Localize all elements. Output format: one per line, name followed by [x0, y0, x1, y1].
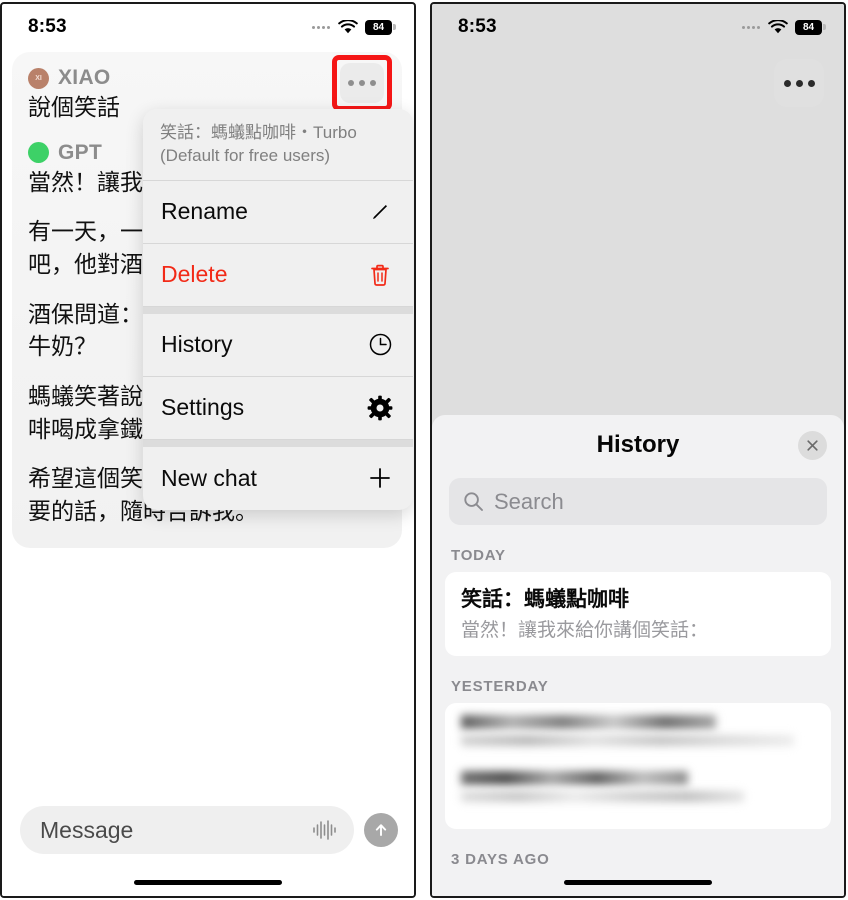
message-author: XIAO	[58, 66, 111, 89]
status-indicators: 84	[742, 19, 826, 35]
gear-icon	[366, 394, 394, 422]
status-time: 8:53	[458, 16, 497, 37]
context-menu: 笑話：螞蟻點咖啡・Turbo (Default for free users) …	[143, 109, 413, 510]
ellipsis-icon-dot	[795, 79, 803, 87]
message-input-placeholder: Message	[40, 816, 134, 843]
pencil-icon	[366, 198, 394, 226]
history-sheet: History Search TODAY 笑話：螞蟻點咖啡 當然！讓我來給你講個	[432, 415, 844, 896]
menu-item-label: History	[161, 331, 233, 358]
search-input[interactable]: Search	[449, 478, 827, 525]
status-bar-right: 8:53 84	[432, 4, 844, 50]
cellular-dots-icon	[312, 25, 330, 29]
menu-divider	[143, 439, 413, 447]
arrow-up-icon	[375, 824, 387, 836]
menu-divider	[143, 306, 413, 314]
section-label-yesterday: YESTERDAY	[451, 678, 549, 695]
home-indicator	[564, 880, 712, 885]
redacted-subtitle	[461, 791, 745, 802]
more-options-button[interactable]	[774, 59, 824, 107]
section-label-today: TODAY	[451, 547, 506, 564]
wifi-icon	[338, 19, 358, 33]
status-bar-left: 8:53 84	[2, 4, 414, 50]
menu-item-label: New chat	[161, 464, 257, 491]
screenshot-root: 8:53 84 XI XIAO 說個笑話 GPT 酒保問道：你確定嗎 牛奶？ 螞…	[0, 0, 848, 900]
avatar: XI	[28, 67, 49, 89]
list-item-redacted-group[interactable]	[445, 703, 831, 829]
clock-icon	[366, 331, 394, 359]
battery-indicator: 84	[365, 19, 396, 35]
menu-item-label: Rename	[161, 198, 248, 225]
redacted-title	[461, 771, 688, 785]
list-item[interactable]	[461, 771, 815, 808]
plus-icon	[366, 464, 394, 492]
right-phone-frame: 8:53 84 History Search TODAY 笑話：螞蟻點咖啡 當然…	[430, 2, 846, 898]
menu-item-delete[interactable]: Delete	[143, 244, 413, 307]
list-item-subtitle: 當然！讓我來給你講個笑話：	[461, 620, 709, 641]
message-input[interactable]: Message	[20, 806, 354, 854]
composer-row: Message	[20, 806, 398, 854]
menu-header: 笑話：螞蟻點咖啡・Turbo (Default for free users)	[143, 109, 413, 181]
search-icon	[464, 492, 483, 511]
menu-item-settings[interactable]: Settings	[143, 377, 413, 440]
menu-item-label: Delete	[161, 261, 228, 288]
page-title: History	[596, 431, 680, 458]
message-author: GPT	[58, 140, 103, 164]
list-item[interactable]	[461, 715, 815, 752]
wifi-icon	[768, 19, 788, 33]
menu-header-line2: (Default for free users)	[160, 145, 331, 165]
redacted-subtitle	[461, 735, 794, 746]
trash-icon	[366, 261, 394, 289]
section-label-3-days-ago: 3 DAYS AGO	[451, 851, 550, 868]
status-indicators: 84	[312, 19, 396, 35]
status-time: 8:53	[28, 16, 67, 37]
menu-item-label: Settings	[161, 394, 245, 421]
cellular-dots-icon	[742, 25, 760, 29]
close-button[interactable]	[798, 431, 827, 460]
battery-indicator: 84	[795, 19, 826, 35]
menu-item-new-chat[interactable]: New chat	[143, 447, 413, 510]
menu-header-line1: 笑話：螞蟻點咖啡・Turbo	[160, 123, 357, 142]
ellipsis-icon-dot	[783, 79, 791, 87]
home-indicator	[134, 880, 282, 885]
search-placeholder: Search	[494, 488, 564, 514]
sheet-header: History	[432, 415, 844, 475]
waveform-icon[interactable]	[312, 819, 338, 841]
close-x-icon	[807, 440, 818, 451]
left-phone-frame: 8:53 84 XI XIAO 說個笑話 GPT 酒保問道：你確定嗎 牛奶？ 螞…	[0, 2, 416, 898]
send-button[interactable]	[364, 813, 398, 847]
menu-item-history[interactable]: History	[143, 314, 413, 377]
list-item-title: 笑話：螞蟻點咖啡	[461, 588, 629, 611]
list-item[interactable]: 笑話：螞蟻點咖啡 當然！讓我來給你講個笑話：	[445, 572, 831, 656]
avatar	[28, 142, 49, 164]
composer-bar: Message	[2, 792, 414, 896]
ellipsis-icon-dot	[807, 79, 815, 87]
menu-item-rename[interactable]: Rename	[143, 181, 413, 244]
redacted-title	[461, 715, 716, 729]
highlight-annotation	[332, 55, 392, 111]
